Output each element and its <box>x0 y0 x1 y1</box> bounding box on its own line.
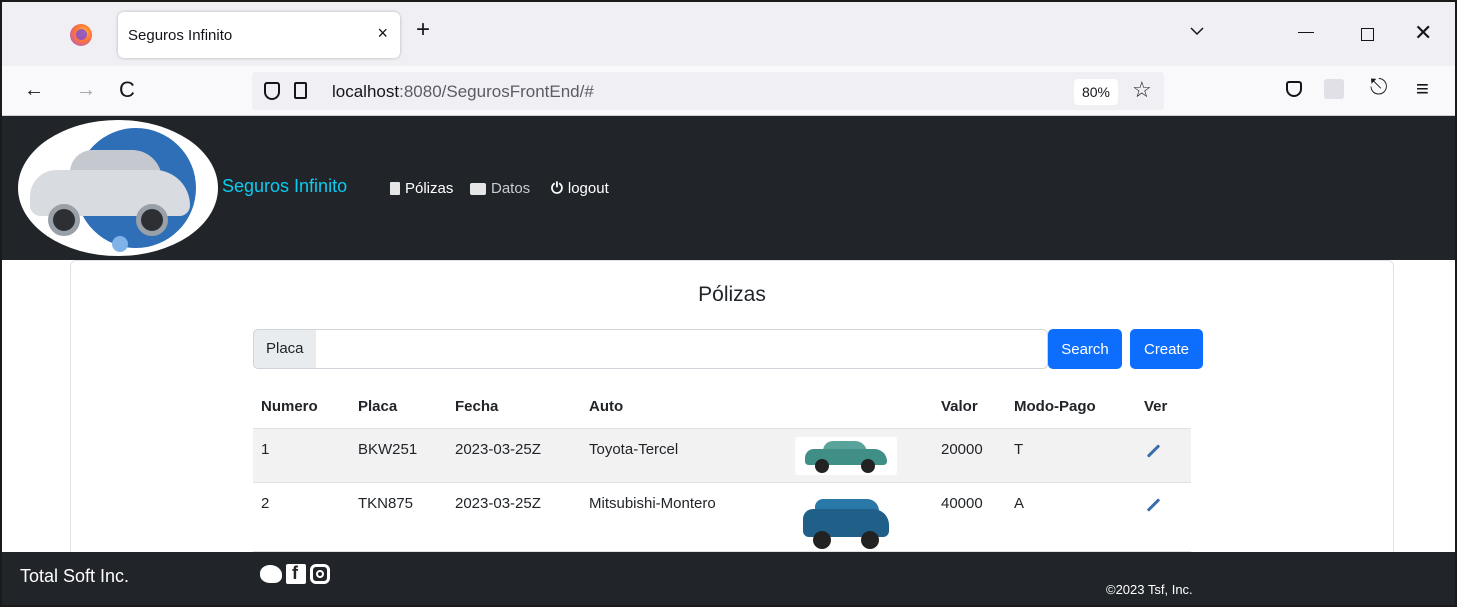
social-links <box>260 563 330 584</box>
cell-image <box>787 482 933 552</box>
cell-ver <box>1136 482 1191 552</box>
cell-numero: 2 <box>253 482 350 552</box>
pencil-icon[interactable] <box>1146 497 1161 512</box>
copyright: ©2023 Tsf, Inc. <box>1106 582 1193 597</box>
logo-wheel <box>136 204 168 236</box>
nav-polizas[interactable]: Pólizas <box>390 180 453 197</box>
navigation-bar: ← → C localhost:8080/SegurosFrontEnd/# 8… <box>2 66 1455 116</box>
shield-icon[interactable] <box>264 82 280 100</box>
logo-wheel <box>48 204 80 236</box>
logo-dot <box>112 236 128 252</box>
cell-placa: BKW251 <box>350 428 447 483</box>
id-card-icon <box>470 182 486 195</box>
placa-search-input[interactable] <box>316 329 1048 369</box>
share-icon[interactable]: ⎋ <box>1370 74 1387 100</box>
browser-tab[interactable]: Seguros Infinito × <box>118 12 400 58</box>
logo <box>18 120 218 256</box>
col-ver: Ver <box>1136 385 1191 429</box>
menu-icon[interactable]: ≡ <box>1416 76 1429 102</box>
reload-button[interactable]: C <box>119 77 135 103</box>
zoom-level[interactable]: 80% <box>1074 79 1118 105</box>
url-bar[interactable]: localhost:8080/SegurosFrontEnd/# 80% ☆ <box>252 72 1164 110</box>
col-modo-pago: Modo-Pago <box>1006 385 1136 429</box>
col-valor: Valor <box>933 385 1006 429</box>
close-window-button[interactable]: ✕ <box>1414 20 1432 46</box>
col-placa: Placa <box>350 385 447 429</box>
nav-logout[interactable]: ⏻ logout <box>551 180 609 197</box>
polizas-table-container[interactable]: Numero Placa Fecha Auto Valor Modo-Pago … <box>253 385 1211 561</box>
twitter-icon[interactable] <box>260 565 282 583</box>
cell-fecha: 2023-03-25Z <box>447 482 581 552</box>
browser-window: Seguros Infinito × + ✕ ← → C localhost:8… <box>0 0 1457 607</box>
tab-bar: Seguros Infinito × + ✕ <box>2 2 1455 66</box>
cell-valor: 40000 <box>933 482 1006 552</box>
car-image-wheel <box>861 458 875 473</box>
col-fecha: Fecha <box>447 385 581 429</box>
firefox-icon[interactable] <box>70 24 92 46</box>
page-title: Pólizas <box>698 283 766 306</box>
brand-link[interactable]: Seguros Infinito <box>222 176 347 197</box>
url-path: :8080/SegurosFrontEnd/# <box>399 82 594 101</box>
nav-datos[interactable]: Datos <box>470 180 530 197</box>
nav-datos-label: Datos <box>491 180 531 197</box>
cell-auto: Mitsubishi-Montero <box>581 482 787 552</box>
cell-ver <box>1136 428 1191 483</box>
power-icon: ⏻ <box>551 180 563 197</box>
bookmark-star-icon[interactable]: ☆ <box>1132 77 1152 103</box>
cell-image <box>787 428 933 483</box>
nav-polizas-label: Pólizas <box>405 180 454 197</box>
cell-valor: 20000 <box>933 428 1006 483</box>
pencil-icon[interactable] <box>1146 443 1161 458</box>
car-image <box>795 436 897 475</box>
url-text[interactable]: localhost:8080/SegurosFrontEnd/# <box>332 82 594 102</box>
file-icon <box>390 182 400 195</box>
minimize-button[interactable] <box>1298 32 1314 33</box>
car-image-wheel <box>815 458 829 473</box>
car-image-wheel <box>813 530 831 549</box>
facebook-icon[interactable] <box>286 563 306 584</box>
search-button[interactable]: Search <box>1048 329 1122 369</box>
app-header: Seguros Infinito Pólizas Datos ⏻ logout <box>2 116 1455 260</box>
back-button[interactable]: ← <box>24 79 44 102</box>
footer: Total Soft Inc. ©2023 Tsf, Inc. <box>2 552 1455 605</box>
table-row[interactable]: 1 BKW251 2023-03-25Z Toyota-Tercel 20000… <box>253 428 1191 483</box>
polizas-card: Pólizas Placa Search Create Numero Placa… <box>70 260 1394 560</box>
col-auto: Auto <box>581 385 787 429</box>
cell-auto: Toyota-Tercel <box>581 428 787 483</box>
tab-title: Seguros Infinito <box>128 27 233 44</box>
table-row[interactable]: 2 TKN875 2023-03-25Z Mitsubishi-Montero … <box>253 482 1191 552</box>
page-icon[interactable] <box>294 82 307 99</box>
car-image-wheel <box>861 530 879 549</box>
url-host: localhost <box>332 82 400 101</box>
chevron-down-icon[interactable] <box>1190 24 1204 38</box>
instagram-icon[interactable] <box>310 564 330 584</box>
cell-placa: TKN875 <box>350 482 447 552</box>
search-row: Placa Search Create <box>253 329 1203 369</box>
pocket-icon[interactable] <box>1286 81 1302 97</box>
cell-numero: 1 <box>253 428 350 483</box>
new-tab-button[interactable]: + <box>416 18 430 42</box>
search-label: Placa <box>253 329 317 369</box>
tab-close-icon[interactable]: × <box>377 23 388 44</box>
cell-fecha: 2023-03-25Z <box>447 428 581 483</box>
cell-modo-pago: T <box>1006 428 1136 483</box>
cell-modo-pago: A <box>1006 482 1136 552</box>
table-header-row: Numero Placa Fecha Auto Valor Modo-Pago … <box>253 385 1191 429</box>
forward-button[interactable]: → <box>76 79 96 102</box>
nav-logout-label: logout <box>567 180 609 197</box>
col-numero: Numero <box>253 385 350 429</box>
polizas-table: Numero Placa Fecha Auto Valor Modo-Pago … <box>253 385 1191 552</box>
maximize-button[interactable] <box>1361 28 1374 41</box>
create-button[interactable]: Create <box>1130 329 1203 369</box>
extension-icon[interactable] <box>1324 79 1344 99</box>
footer-brand: Total Soft Inc. <box>20 566 130 586</box>
col-image <box>787 385 933 429</box>
car-image <box>795 491 897 551</box>
